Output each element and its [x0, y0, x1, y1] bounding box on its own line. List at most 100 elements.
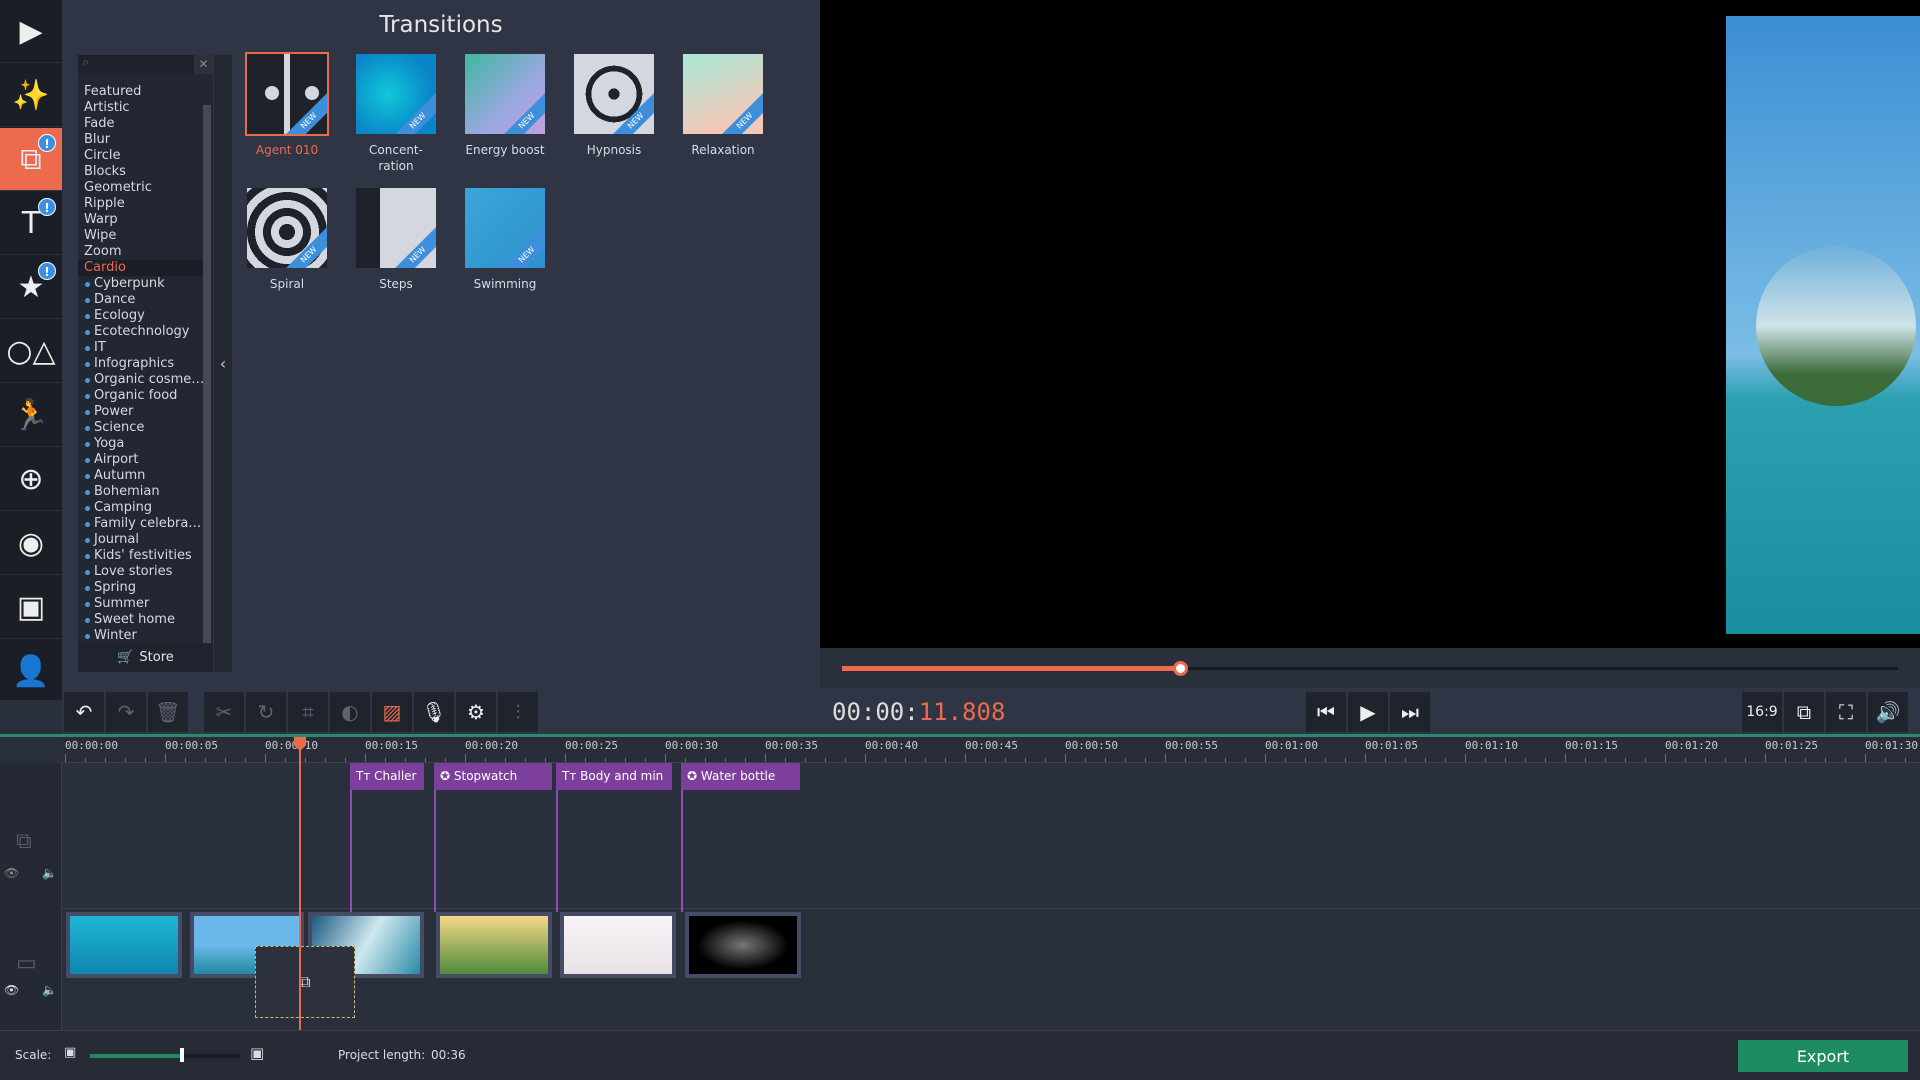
- category-item[interactable]: Ripple: [84, 196, 206, 212]
- volume-icon[interactable]: 🔊: [1868, 692, 1908, 732]
- play-icon[interactable]: ▶: [1348, 692, 1388, 732]
- subcategory-item[interactable]: Organic food: [84, 388, 206, 404]
- previous-icon[interactable]: ⏮: [1306, 692, 1346, 732]
- category-item[interactable]: Zoom: [84, 244, 206, 260]
- speaker-icon[interactable]: 🔈: [42, 983, 57, 997]
- subcategory-item[interactable]: Spring: [84, 580, 206, 596]
- scale-slider-handle[interactable]: [180, 1048, 184, 1062]
- aspect-ratio-button[interactable]: 16:9: [1742, 692, 1782, 732]
- rotate-icon[interactable]: ↻: [246, 692, 286, 732]
- equalizer-icon[interactable]: ⫶: [498, 692, 538, 732]
- transition-thumbnail[interactable]: NEW: [356, 188, 436, 268]
- sidebar-item-titles[interactable]: T!: [0, 192, 62, 255]
- subcategory-item[interactable]: Winter: [84, 628, 206, 644]
- subcategory-item[interactable]: Ecotechnology: [84, 324, 206, 340]
- undo-icon[interactable]: ↶: [64, 692, 104, 732]
- category-item[interactable]: Fade: [84, 116, 206, 132]
- speaker-icon[interactable]: 🔈: [42, 866, 57, 880]
- category-item[interactable]: Blocks: [84, 164, 206, 180]
- sidebar-item-filters[interactable]: ✨: [0, 64, 62, 127]
- video-clip-boxer[interactable]: [685, 912, 801, 978]
- settings-gear-icon[interactable]: ⚙: [456, 692, 496, 732]
- redo-icon[interactable]: ↷: [106, 692, 146, 732]
- video-clip-runners[interactable]: [436, 912, 552, 978]
- color-adjust-icon[interactable]: ◐: [330, 692, 370, 732]
- microphone-icon[interactable]: 🎙: [414, 692, 454, 732]
- image-icon[interactable]: ▨: [372, 692, 412, 732]
- title-clip[interactable]: ✪ Water bottle: [681, 763, 800, 790]
- category-item[interactable]: Blur: [84, 132, 206, 148]
- category-item[interactable]: Cardio: [78, 260, 203, 276]
- transition-thumbnail[interactable]: NEW: [465, 188, 545, 268]
- cut-icon[interactable]: ✂: [204, 692, 244, 732]
- sidebar-item-vignette[interactable]: ▣: [0, 576, 62, 639]
- title-clip[interactable]: Tт Challer: [350, 763, 424, 790]
- category-item[interactable]: Wipe: [84, 228, 206, 244]
- video-clip-swimmers[interactable]: [66, 912, 182, 978]
- subcategory-item[interactable]: Infographics: [84, 356, 206, 372]
- timeline-ruler[interactable]: 00:00:00 00:00:05 00:00:10 00:00:15 00:00:20…: [62, 737, 1920, 763]
- subcategory-item[interactable]: Autumn: [84, 468, 206, 484]
- category-item[interactable]: Featured: [84, 84, 206, 100]
- subcategory-item[interactable]: Science: [84, 420, 206, 436]
- transition-thumbnail[interactable]: NEW: [356, 54, 436, 134]
- sidebar-item-stickers[interactable]: ★!: [0, 256, 62, 319]
- subcategory-item[interactable]: Sweet home: [84, 612, 206, 628]
- video-preview[interactable]: [820, 0, 1920, 648]
- eye-icon[interactable]: 👁: [4, 983, 19, 997]
- collapse-panel-button[interactable]: ‹: [214, 55, 232, 672]
- subcategory-item[interactable]: Ecology: [84, 308, 206, 324]
- subcategory-item[interactable]: Cyberpunk: [84, 276, 206, 292]
- fullscreen-icon[interactable]: ⛶: [1826, 692, 1866, 732]
- transition-marker[interactable]: ⧉: [255, 946, 355, 1018]
- sidebar-item-record[interactable]: ◉: [0, 512, 62, 575]
- seek-bar[interactable]: [820, 648, 1920, 688]
- search-input[interactable]: ⌕ ✕: [78, 55, 213, 74]
- subcategory-item[interactable]: Airport: [84, 452, 206, 468]
- transition-thumbnail[interactable]: NEW: [574, 54, 654, 134]
- delete-icon[interactable]: 🗑: [148, 692, 188, 732]
- scale-slider[interactable]: [90, 1054, 240, 1058]
- subcategory-item[interactable]: Bohemian: [84, 484, 206, 500]
- transition-thumbnail[interactable]: NEW: [465, 54, 545, 134]
- category-item[interactable]: Warp: [84, 212, 206, 228]
- transition-thumbnail[interactable]: NEW: [247, 188, 327, 268]
- category-item[interactable]: Artistic: [84, 100, 206, 116]
- subcategory-item[interactable]: Dance: [84, 292, 206, 308]
- subcategory-item[interactable]: Kids' festivities: [84, 548, 206, 564]
- subcategory-item[interactable]: Yoga: [84, 436, 206, 452]
- zoom-out-icon[interactable]: ▣: [64, 1045, 76, 1060]
- popout-icon[interactable]: ⧉: [1784, 692, 1824, 732]
- category-item[interactable]: Circle: [84, 148, 206, 164]
- subcategory-item[interactable]: Summer: [84, 596, 206, 612]
- sidebar-item-callouts[interactable]: ○△: [0, 320, 62, 383]
- playhead[interactable]: [299, 737, 301, 1030]
- subcategory-item[interactable]: IT: [84, 340, 206, 356]
- transition-thumbnail[interactable]: NEW: [245, 52, 329, 136]
- sidebar-item-transitions[interactable]: ⧉!: [0, 128, 62, 191]
- category-item[interactable]: Geometric: [84, 180, 206, 196]
- clear-search-icon[interactable]: ✕: [194, 55, 213, 74]
- subcategory-item[interactable]: Journal: [84, 532, 206, 548]
- video-clip-yoga[interactable]: [560, 912, 676, 978]
- subcategory-item[interactable]: Organic cosmet…: [84, 372, 206, 388]
- subcategory-item[interactable]: Family celebrati…: [84, 516, 206, 532]
- eye-icon[interactable]: 👁: [4, 866, 19, 880]
- zoom-in-icon[interactable]: ▣: [250, 1044, 264, 1062]
- subcategory-item[interactable]: Power: [84, 404, 206, 420]
- sidebar-item-animation[interactable]: 🏃: [0, 384, 62, 447]
- transition-thumbnail[interactable]: NEW: [683, 54, 763, 134]
- seek-handle[interactable]: [1172, 661, 1188, 676]
- title-clip[interactable]: ✪ Stopwatch: [434, 763, 552, 790]
- subcategory-item[interactable]: Camping: [84, 500, 206, 516]
- store-button[interactable]: 🛒 Store: [78, 643, 213, 672]
- title-clip[interactable]: Tт Body and min: [556, 763, 672, 790]
- sidebar-item-zoom[interactable]: ⊕: [0, 448, 62, 511]
- sidebar-item-import[interactable]: ▶: [0, 0, 62, 63]
- subcategory-item[interactable]: Love stories: [84, 564, 206, 580]
- category-scrollbar[interactable]: [203, 105, 211, 665]
- export-button[interactable]: Export: [1738, 1040, 1908, 1072]
- sidebar-item-chroma[interactable]: 👤: [0, 640, 62, 703]
- next-icon[interactable]: ⏭: [1390, 692, 1430, 732]
- crop-icon[interactable]: ⌗: [288, 692, 328, 732]
